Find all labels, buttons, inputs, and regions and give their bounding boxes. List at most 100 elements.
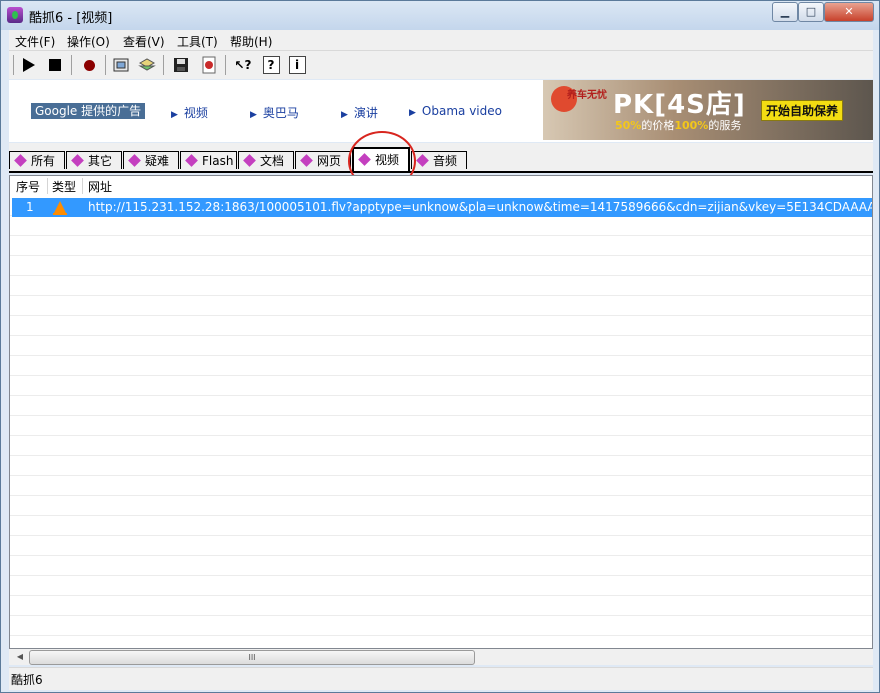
menu-view[interactable]: 查看(V) xyxy=(123,33,165,50)
play-icon xyxy=(23,58,35,72)
app-icon xyxy=(7,7,23,23)
help-icon: ? xyxy=(262,56,280,74)
column-divider[interactable] xyxy=(82,178,83,194)
ad-link-label: 奥巴马 xyxy=(262,106,299,120)
close-button[interactable]: ✕ xyxy=(824,2,874,22)
save-icon xyxy=(174,58,188,72)
menu-bar: 文件(F) 操作(O) 查看(V) 工具(T) 帮助(H) xyxy=(9,30,873,51)
tab-label: 文档 xyxy=(260,154,285,168)
ad-link-speech[interactable]: ▶ 演讲 xyxy=(341,104,378,121)
ad-link-video[interactable]: ▶ 视频 xyxy=(171,104,208,121)
row-index: 1 xyxy=(26,200,34,214)
stop-icon xyxy=(49,59,61,71)
list-rows xyxy=(10,196,872,648)
info-button[interactable]: i xyxy=(287,55,307,75)
minimize-button[interactable]: ▁ xyxy=(772,2,798,22)
row-url: http://115.231.152.28:1863/100005101.flv… xyxy=(88,200,873,214)
ad-link-obama-video[interactable]: ▶ Obama video xyxy=(409,104,502,118)
help-button[interactable]: ? xyxy=(261,55,281,75)
app-window: 酷抓6 - [视频] ▁ □ ✕ 文件(F) 操作(O) 查看(V) 工具(T)… xyxy=(0,0,880,693)
tab-label: Flash xyxy=(202,154,234,168)
open-button[interactable] xyxy=(137,55,157,75)
play-button[interactable] xyxy=(19,55,39,75)
diamond-icon xyxy=(71,154,84,167)
scroll-left-icon[interactable]: ◀ xyxy=(13,650,27,664)
arrow-icon: ▶ xyxy=(171,110,178,120)
resource-list[interactable]: 序号 类型 网址 1 http://115.231.152.28:1863/10… xyxy=(9,175,873,649)
column-header-url[interactable]: 网址 xyxy=(88,178,112,195)
arrow-icon: ▶ xyxy=(341,110,348,120)
diamond-icon xyxy=(243,154,256,167)
menu-operate[interactable]: 操作(O) xyxy=(67,33,110,50)
tab-label: 所有 xyxy=(31,154,56,168)
ad-link-label: Obama video xyxy=(421,104,502,118)
ad-link-label: 视频 xyxy=(183,106,208,120)
ad-link-label: 演讲 xyxy=(353,106,378,120)
tab-bar: 所有 其它 疑难 Flash 文档 网页 视频 音频 xyxy=(9,143,873,173)
diamond-icon xyxy=(416,154,429,167)
toolbar-separator xyxy=(105,55,106,75)
delete-button[interactable] xyxy=(199,55,219,75)
ad-link-obama[interactable]: ▶ 奥巴马 xyxy=(250,104,299,121)
capture-button[interactable] xyxy=(111,55,131,75)
diamond-icon xyxy=(14,154,27,167)
toolbar-separator xyxy=(13,55,14,75)
tab-difficult[interactable]: 疑难 xyxy=(123,151,179,169)
capture-icon xyxy=(113,58,129,72)
table-row[interactable]: 1 http://115.231.152.28:1863/100005101.f… xyxy=(12,198,872,217)
horizontal-scrollbar[interactable]: ◀ III xyxy=(9,649,873,665)
arrow-icon: ▶ xyxy=(250,110,257,120)
tab-label: 其它 xyxy=(88,154,113,168)
stop-button[interactable] xyxy=(45,55,65,75)
tab-other[interactable]: 其它 xyxy=(66,151,122,169)
ad-banner[interactable]: 养车无忧 PK[4S店] 50%的价格100%的服务 开始自助保养 xyxy=(543,80,873,140)
info-icon: i xyxy=(288,56,306,74)
column-divider[interactable] xyxy=(47,178,48,194)
column-header-index[interactable]: 序号 xyxy=(16,178,40,195)
toolbar-separator xyxy=(71,55,72,75)
toolbar-separator xyxy=(225,55,226,75)
diamond-icon xyxy=(185,154,198,167)
diamond-icon xyxy=(300,154,313,167)
title-bar[interactable]: 酷抓6 - [视频] ▁ □ ✕ xyxy=(1,1,879,30)
ad-bar: Google 提供的广告 ▶ 视频 ▶ 奥巴马 ▶ 演讲 ▶ Obama video 养… xyxy=(9,80,873,142)
status-text: 酷抓6 xyxy=(11,673,43,687)
toolbar: ↖? ? i xyxy=(9,51,873,79)
tab-document[interactable]: 文档 xyxy=(238,151,294,169)
tab-audio[interactable]: 音频 xyxy=(411,151,467,169)
ad-sub-mid: 的价格 xyxy=(641,119,675,132)
ad-pct-2: 100% xyxy=(674,119,709,132)
diamond-icon xyxy=(128,154,141,167)
tab-label: 音频 xyxy=(433,154,458,168)
google-ad-label[interactable]: Google 提供的广告 xyxy=(31,103,146,119)
maximize-button[interactable]: □ xyxy=(798,2,824,22)
arrow-icon: ▶ xyxy=(409,108,416,118)
tab-flash[interactable]: Flash xyxy=(180,151,237,169)
ad-sub-post: 的服务 xyxy=(708,119,742,132)
menu-tools[interactable]: 工具(T) xyxy=(177,33,218,50)
save-button[interactable] xyxy=(171,55,191,75)
record-icon xyxy=(83,59,95,71)
column-header-type[interactable]: 类型 xyxy=(52,178,76,195)
tab-label: 疑难 xyxy=(145,154,170,168)
tab-webpage[interactable]: 网页 xyxy=(295,151,351,169)
tab-label: 网页 xyxy=(317,154,342,168)
ad-brand: 养车无忧 xyxy=(567,90,607,101)
menu-help[interactable]: 帮助(H) xyxy=(230,33,272,50)
menu-file[interactable]: 文件(F) xyxy=(15,33,55,50)
toolbar-separator xyxy=(163,55,164,75)
delete-icon xyxy=(202,56,216,74)
open-icon xyxy=(138,58,156,71)
tab-all[interactable]: 所有 xyxy=(9,151,65,169)
scroll-thumb[interactable]: III xyxy=(29,650,475,665)
whats-this-button[interactable]: ↖? xyxy=(233,55,253,75)
ad-pct-1: 50% xyxy=(615,119,642,132)
status-bar: 酷抓6 xyxy=(9,667,873,690)
list-header: 序号 类型 网址 xyxy=(10,176,872,197)
ad-headline: PK[4S店] xyxy=(613,90,746,120)
window-title: 酷抓6 - [视频] xyxy=(29,11,113,26)
ad-cta-button[interactable]: 开始自助保养 xyxy=(761,100,844,121)
vlc-cone-icon xyxy=(53,201,67,215)
ad-subline: 50%的价格100%的服务 xyxy=(615,117,741,133)
record-button[interactable] xyxy=(79,55,99,75)
